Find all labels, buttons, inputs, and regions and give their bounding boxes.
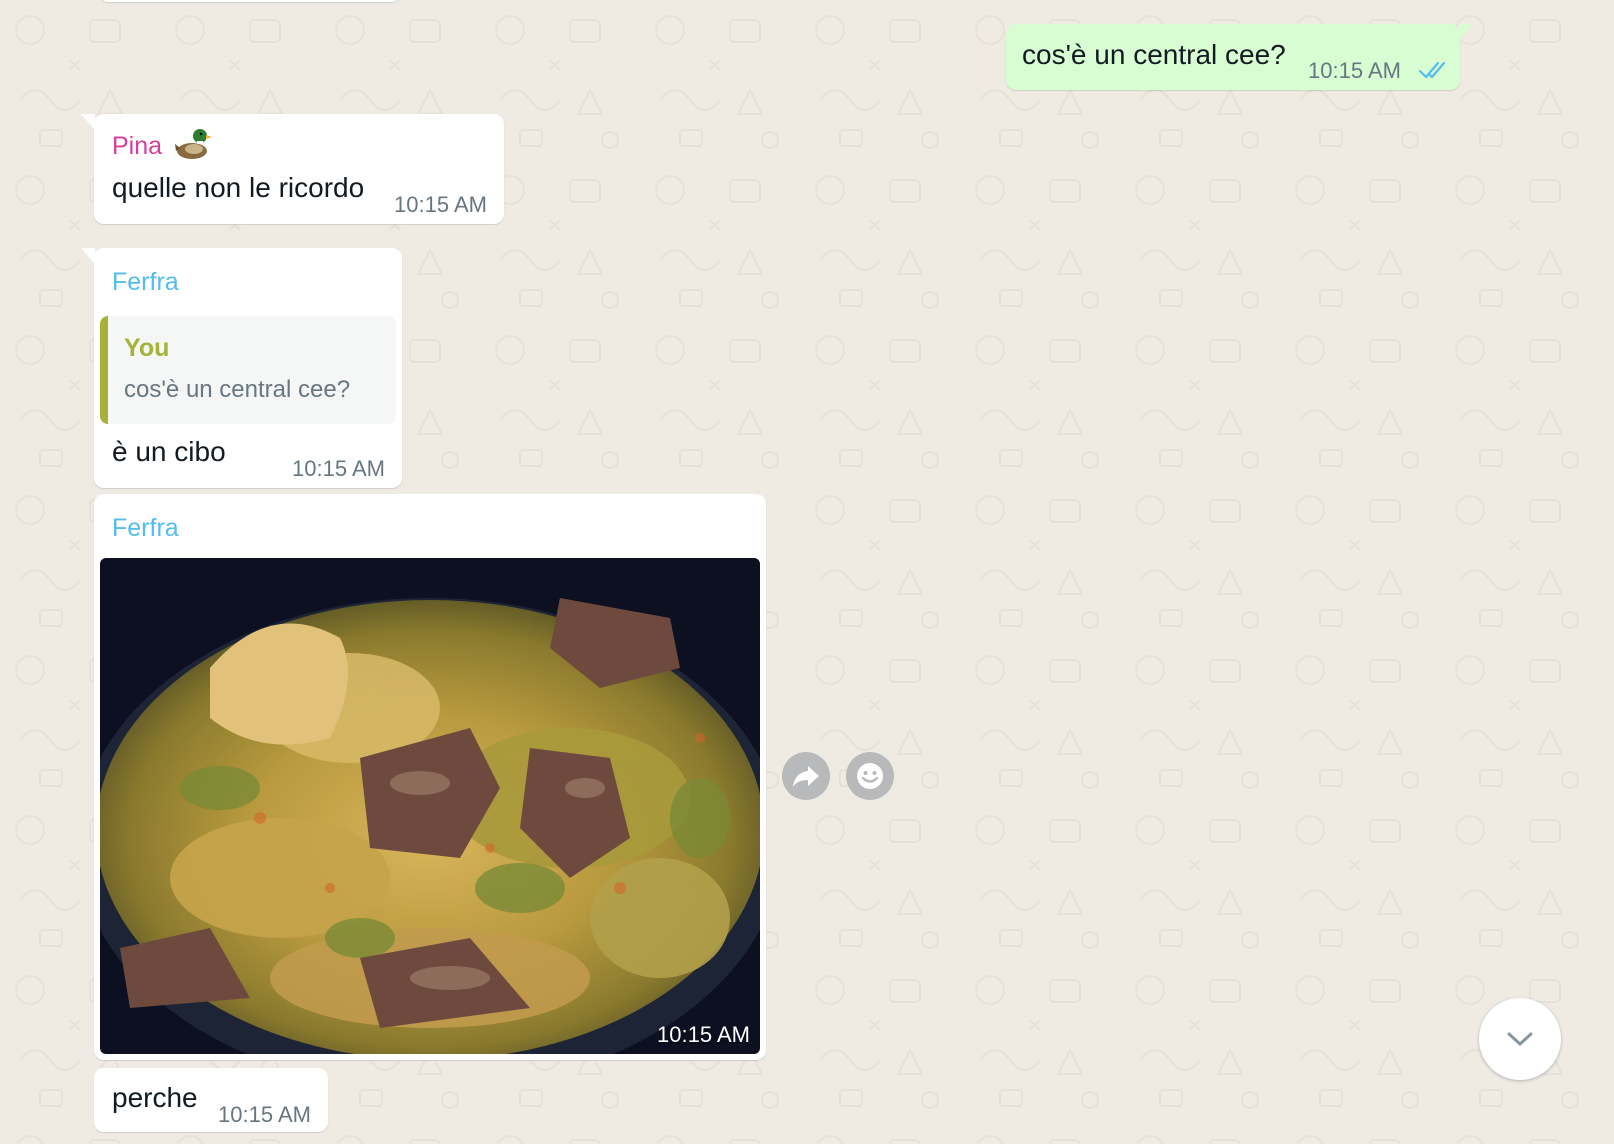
emoji-reaction-button[interactable] (846, 752, 894, 800)
bubble-tail (1459, 24, 1473, 40)
duck-emoji-icon (175, 129, 212, 159)
incoming-reply-message[interactable]: Ferfra You cos'è un central cee? è un ci… (81, 248, 402, 488)
sender-name[interactable]: Ferfra (112, 514, 179, 543)
outgoing-message[interactable]: cos'è un central cee? 10:15 AM (1006, 24, 1473, 90)
double-check-read-icon (1418, 61, 1446, 79)
bubble-tail (81, 248, 95, 264)
scroll-to-bottom-button[interactable] (1479, 998, 1561, 1080)
incoming-message[interactable]: perche 10:15 AM (94, 1068, 328, 1132)
quote-author: You (124, 334, 170, 362)
emoji-reaction-icon (857, 763, 883, 789)
photo-cabbage-meat-stew[interactable]: 10:15 AM (100, 558, 760, 1054)
forward-button[interactable] (782, 752, 830, 800)
message-time: 10:15 AM (1308, 58, 1401, 83)
chevron-down-icon (1507, 1032, 1533, 1046)
message-time: 10:15 AM (657, 1022, 750, 1047)
message-time: 10:15 AM (218, 1102, 311, 1127)
quoted-message[interactable]: You cos'è un central cee? (100, 316, 396, 424)
quote-accent-bar (100, 316, 108, 424)
message-time: 10:15 AM (292, 456, 385, 481)
photo-image (100, 558, 760, 1054)
incoming-image-message[interactable]: Ferfra 10:15 AM (94, 494, 766, 1060)
bubble-tail (81, 114, 95, 130)
sender-name[interactable]: Pina (112, 132, 162, 161)
message-text: quelle non le ricordo (112, 172, 365, 203)
message-text: è un cibo (112, 436, 226, 467)
message-time: 10:15 AM (394, 192, 487, 217)
incoming-message[interactable]: Pina quelle non le ricordo 10:15 AM (81, 114, 504, 224)
forward-icon (793, 766, 819, 787)
quote-text: cos'è un central cee? (124, 376, 351, 403)
sender-name[interactable]: Ferfra (112, 268, 179, 297)
previous-message-edge (100, 0, 400, 2)
message-text: perche (112, 1082, 198, 1113)
message-text: cos'è un central cee? (1022, 39, 1286, 70)
